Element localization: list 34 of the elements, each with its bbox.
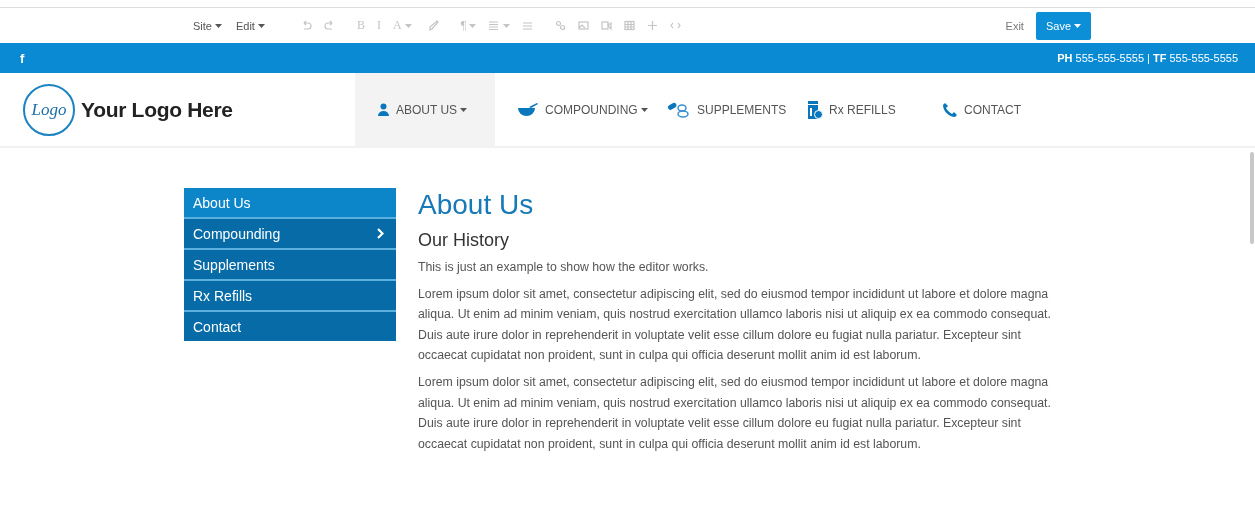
scrollbar-thumb[interactable] — [1250, 152, 1254, 244]
nav-item[interactable]: SUPPLEMENTS — [645, 73, 785, 146]
nav-item[interactable]: ABOUT US — [355, 73, 495, 146]
caret-icon — [469, 23, 477, 28]
caret-icon — [1074, 23, 1081, 28]
paragraph: Lorem ipsum dolor sit amet, consectetur adipiscing elit, sed do eiusmod tempor incididunt ut labore et dolore magna aliqua. Ut enim ad minim veniam, quis nostrud exercitation ullamco laboris nisi ut aliquip ex ea commodo consequat. Duis aute irure dolor in reprehenderit in voluptate velit esse cillum dolore eu fugiat nulla pariatur. Excepteur sint occaecat cupidatat non proident, sunt in culpa qui officia deserunt mollit anim id est laborum. — [418, 285, 1052, 365]
caret-icon — [460, 107, 468, 112]
phone-numbers: PH 555-555-5555 | TF 555-555-5555 — [1057, 52, 1238, 64]
sidebar-item[interactable]: Compounding — [184, 217, 396, 248]
person-icon — [377, 103, 390, 116]
nav-item[interactable]: Rx REFILLS — [785, 73, 920, 146]
pill-bottle-icon — [807, 100, 823, 119]
logo-text: Your Logo Here — [81, 97, 233, 122]
caret-icon — [404, 23, 412, 28]
nav-item[interactable]: CONTACT — [920, 73, 1030, 146]
caret-icon — [214, 23, 222, 28]
sidebar-item[interactable]: Supplements — [184, 248, 396, 279]
nav-item[interactable]: COMPOUNDING — [495, 73, 645, 146]
page-title: About Us — [418, 188, 535, 222]
pills-icon — [667, 101, 691, 118]
caret-icon — [257, 23, 265, 28]
paragraph: Lorem ipsum dolor sit amet, consectetur adipiscing elit, sed do eiusmod tempor incididunt ut labore et dolore magna aliqua. Ut enim ad minim veniam, quis nostrud exercitation ullamco laboris nisi ut aliquip ex ea commodo consequat. Duis aute irure dolor in reprehenderit in voluptate velit esse cillum dolore eu fugiat nulla pariatur. Excepteur sint occaecat cupidatat non proident, sunt in culpa qui officia deserunt mollit anim id est laborum. — [418, 373, 1052, 453]
phone-icon — [942, 101, 958, 118]
sidebar-item[interactable]: Rx Refills — [184, 279, 396, 310]
bowl-icon — [517, 102, 539, 117]
facebook-link[interactable]: f — [20, 50, 25, 66]
sidebar-item[interactable]: About Us — [184, 188, 396, 217]
caret-icon — [640, 107, 648, 112]
caret-icon — [503, 23, 511, 28]
sidebar-item[interactable]: Contact — [184, 310, 396, 341]
section-heading: Our History — [418, 230, 510, 251]
chevron-right-icon — [377, 228, 384, 239]
logo-mark: Logo — [23, 83, 75, 136]
intro-text: This is just an example to show how the editor works. — [418, 259, 710, 276]
